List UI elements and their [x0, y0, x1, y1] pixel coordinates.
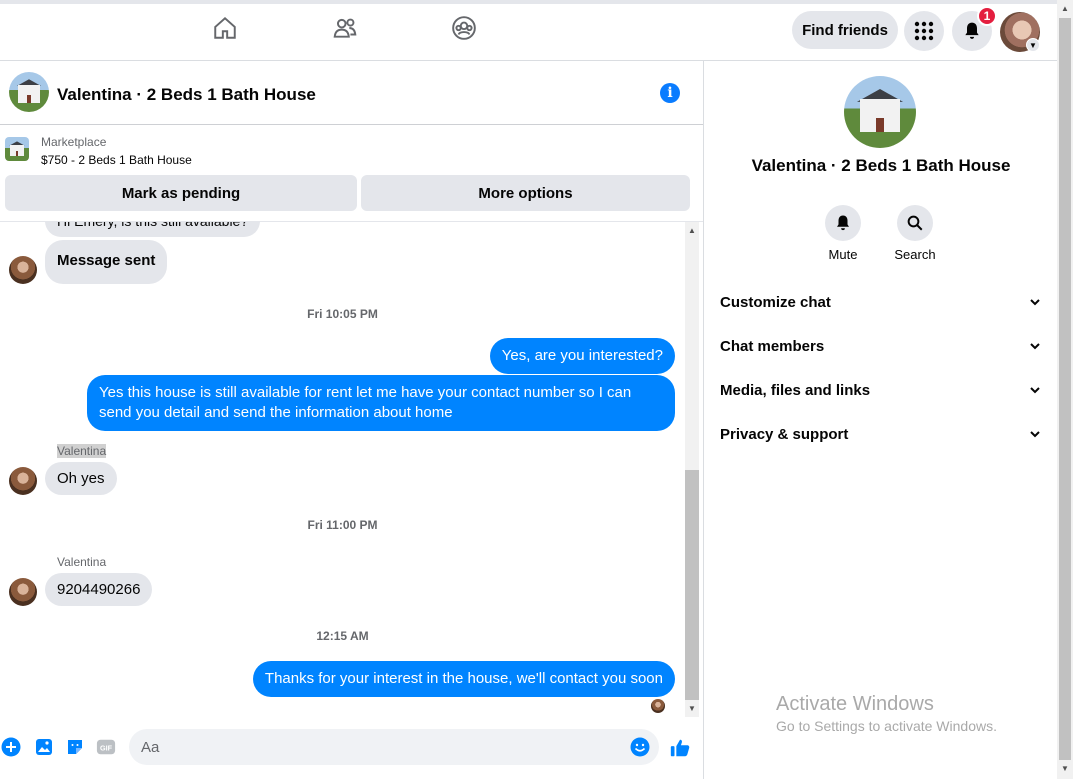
- message-bubble-outgoing: Yes this house is still available for re…: [87, 375, 675, 431]
- mute-label: Mute: [828, 247, 858, 262]
- friends-icon[interactable]: [331, 14, 359, 42]
- conversation-info-panel: Valentina · 2 Beds 1 Bath House Mute Sea…: [703, 61, 1057, 779]
- sender-avatar[interactable]: [9, 578, 37, 606]
- windows-activation-watermark-subtitle: Go to Settings to activate Windows.: [776, 718, 997, 734]
- timestamp: Fri 11:00 PM: [307, 518, 378, 532]
- scroll-up-arrow-icon[interactable]: ▲: [685, 224, 699, 238]
- chat-header: Valentina · 2 Beds 1 Bath House i: [0, 61, 703, 125]
- message-composer: GIF: [0, 717, 703, 779]
- groups-icon[interactable]: [450, 14, 478, 42]
- sender-name: Valentina: [57, 444, 107, 458]
- listing-title[interactable]: $750 - 2 Beds 1 Bath House: [41, 153, 192, 167]
- mute-button[interactable]: Mute: [808, 205, 878, 262]
- photo-icon[interactable]: [34, 737, 54, 757]
- emoji-icon[interactable]: [630, 737, 650, 757]
- sender-avatar[interactable]: [9, 467, 37, 495]
- message-list: Hi Emery, is this still available? Messa…: [0, 222, 685, 717]
- listing-thumbnail[interactable]: [5, 137, 29, 161]
- sender-avatar[interactable]: [9, 256, 37, 284]
- info-icon[interactable]: i: [660, 83, 680, 103]
- section-chat-members[interactable]: Chat members: [720, 332, 1042, 360]
- section-privacy-support[interactable]: Privacy & support: [720, 420, 1042, 448]
- scroll-down-arrow-icon[interactable]: ▼: [685, 702, 699, 716]
- message-bubble-outgoing: Thanks for your interest in the house, w…: [252, 661, 675, 697]
- mark-as-pending-button[interactable]: Mark as pending: [5, 175, 357, 211]
- chevron-down-icon: [1030, 431, 1040, 438]
- svg-text:GIF: GIF: [100, 744, 113, 753]
- plus-circle-icon[interactable]: [1, 737, 21, 757]
- section-label: Media, files and links: [720, 381, 871, 399]
- marketplace-listing-bar: Marketplace $750 - 2 Beds 1 Bath House M…: [0, 125, 703, 222]
- message-bubble-incoming: Message sent: [45, 240, 168, 284]
- timestamp: 12:15 AM: [316, 629, 369, 643]
- top-navigation-bar: [0, 0, 1057, 61]
- window-scroll-up-arrow-icon[interactable]: ▲: [1057, 4, 1073, 13]
- chevron-down-icon: [1030, 343, 1040, 350]
- windows-activation-watermark-title: Activate Windows: [776, 693, 934, 715]
- search-icon: [897, 205, 933, 241]
- message-bubble-incoming: Oh yes: [45, 462, 117, 495]
- chevron-down-icon[interactable]: ▼: [1026, 38, 1040, 52]
- notification-badge: 1: [977, 6, 997, 26]
- message-scrollbar-thumb[interactable]: [685, 470, 699, 700]
- section-label: Chat members: [720, 337, 825, 355]
- message-input[interactable]: [129, 729, 659, 765]
- window-scroll-down-arrow-icon[interactable]: ▼: [1057, 764, 1073, 773]
- bell-icon: [825, 205, 861, 241]
- menu-grid-icon[interactable]: [904, 11, 944, 51]
- chat-title[interactable]: Valentina · 2 Beds 1 Bath House: [57, 85, 316, 105]
- message-bubble-outgoing: Yes, are you interested?: [489, 338, 675, 374]
- message-bubble-incoming: 9204490266: [45, 573, 153, 606]
- search-button[interactable]: Search: [880, 205, 950, 262]
- find-friends-button[interactable]: Find friends: [792, 11, 898, 49]
- more-options-button[interactable]: More options: [361, 175, 690, 211]
- window-scrollbar-thumb[interactable]: [1059, 18, 1071, 760]
- conversation-title: Valentina · 2 Beds 1 Bath House: [751, 156, 1011, 175]
- search-label: Search: [894, 247, 936, 262]
- section-media-files-links[interactable]: Media, files and links: [720, 376, 1042, 404]
- section-label: Customize chat: [720, 293, 831, 311]
- gif-icon[interactable]: GIF: [96, 737, 116, 757]
- chevron-down-icon: [1030, 387, 1040, 394]
- message-bubble-incoming: Hi Emery, is this still available?: [45, 222, 261, 237]
- section-label: Privacy & support: [720, 425, 849, 443]
- marketplace-label: Marketplace: [41, 135, 107, 149]
- timestamp: Fri 10:05 PM: [307, 307, 378, 321]
- chevron-down-icon: [1030, 299, 1040, 306]
- like-thumbs-up-icon[interactable]: [669, 737, 691, 759]
- sticker-icon[interactable]: [65, 737, 85, 757]
- section-customize-chat[interactable]: Customize chat: [720, 288, 1042, 316]
- sender-name: Valentina: [57, 555, 107, 569]
- conversation-avatar[interactable]: [844, 76, 916, 148]
- seen-indicator-avatar: [651, 699, 665, 713]
- house-avatar[interactable]: [9, 72, 49, 112]
- home-icon[interactable]: [211, 14, 239, 42]
